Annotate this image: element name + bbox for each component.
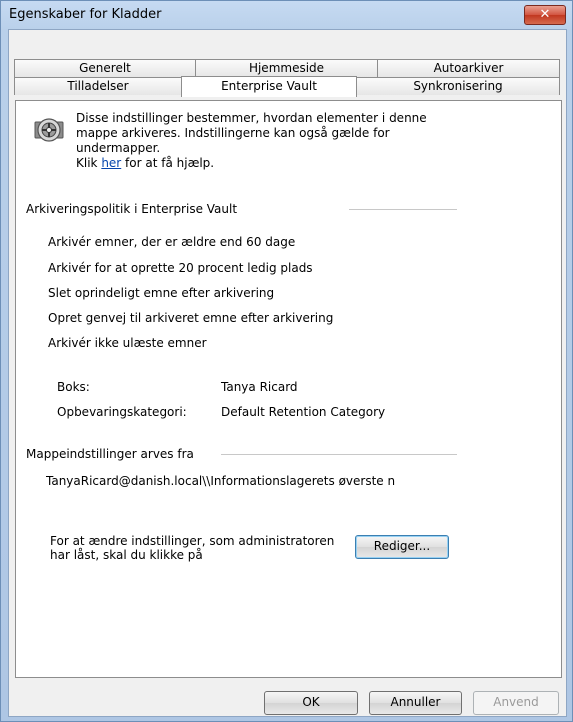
tab-hjemmeside[interactable]: Hjemmeside — [195, 59, 378, 77]
locked-settings-note: For at ændre indstillinger, som administ… — [50, 534, 335, 562]
policy-rule: Slet oprindeligt emne efter arkivering — [48, 286, 275, 300]
policy-rule: Arkivér emner, der er ældre end 60 dage — [48, 235, 296, 249]
cancel-button[interactable]: Annuller — [369, 691, 462, 715]
window-title: Egenskaber for Kladder — [9, 7, 162, 22]
policy-rule: Opret genvej til arkiveret emne efter ar… — [48, 311, 334, 325]
policy-rule: Arkivér ikke ulæste emner — [48, 336, 207, 350]
edit-button[interactable]: Rediger... — [355, 535, 449, 559]
inherit-section-title: Mappeindstillinger arves fra — [26, 447, 194, 461]
inherited-path: TanyaRicard@danish.local\\Informationsla… — [46, 474, 396, 488]
tab-label: Tilladelser — [67, 79, 129, 93]
tab-label: Synkronisering — [413, 79, 503, 93]
tab-enterprise-vault[interactable]: Enterprise Vault — [181, 76, 357, 97]
tab-synkronisering[interactable]: Synkronisering — [356, 77, 560, 95]
properties-dialog: Egenskaber for Kladder ✕ Generelt Hjemme… — [0, 0, 573, 722]
close-button[interactable]: ✕ — [524, 5, 566, 25]
help-suffix: for at få hjælp. — [121, 156, 215, 170]
vault-gear-icon — [34, 118, 64, 142]
close-icon: ✕ — [539, 7, 551, 22]
title-bar[interactable]: Egenskaber for Kladder ✕ — [1, 1, 572, 29]
apply-button[interactable]: Anvend — [473, 691, 559, 715]
enterprise-vault-panel: Disse indstillinger bestemmer, hvordan e… — [15, 100, 562, 678]
tab-generelt[interactable]: Generelt — [14, 59, 196, 77]
tab-label: Hjemmeside — [248, 61, 325, 75]
policy-rule: Arkivér for at oprette 20 procent ledig … — [48, 261, 313, 275]
tab-tilladelser[interactable]: Tilladelser — [14, 77, 182, 95]
tab-label: Enterprise Vault — [221, 79, 317, 93]
policy-section-title: Arkiveringspolitik i Enterprise Vault — [26, 202, 238, 216]
tab-label: Autoarkiver — [433, 61, 504, 75]
retention-label: Opbevaringskategori: — [57, 405, 187, 419]
ok-button[interactable]: OK — [264, 691, 358, 715]
tab-autoarkiver[interactable]: Autoarkiver — [377, 59, 560, 77]
mailbox-label: Boks: — [57, 380, 90, 394]
retention-value: Default Retention Category — [221, 405, 386, 419]
help-prefix: Klik — [76, 156, 102, 170]
intro-text-block: Disse indstillinger bestemmer, hvordan e… — [76, 111, 456, 171]
inherit-separator — [221, 454, 457, 455]
intro-text: Disse indstillinger bestemmer, hvordan e… — [76, 111, 427, 155]
dialog-client-area: Generelt Hjemmeside Autoarkiver Tilladel… — [8, 29, 567, 717]
help-link[interactable]: her — [101, 156, 121, 170]
mailbox-value: Tanya Ricard — [221, 380, 298, 394]
tab-label: Generelt — [79, 61, 131, 75]
policy-separator — [349, 209, 457, 210]
